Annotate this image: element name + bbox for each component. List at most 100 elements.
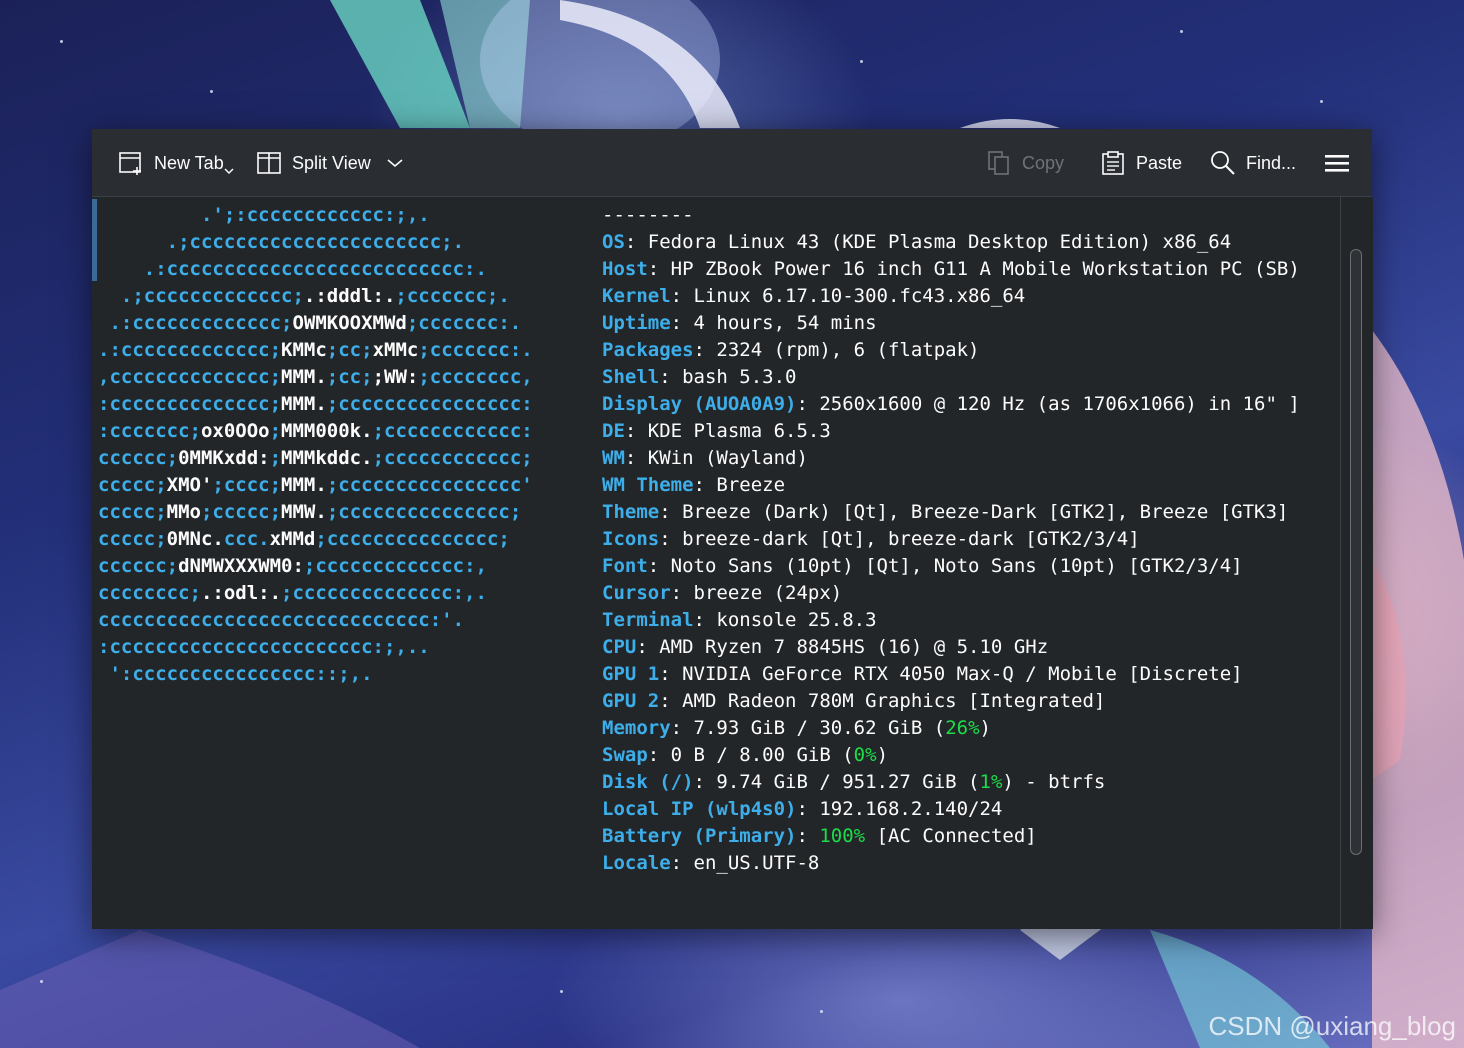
info-line-segment: : HP ZBook Power 16 inch G11 A Mobile Wo… (647, 258, 1300, 280)
terminal-area[interactable]: .';:cccccccccccc:;,. .;ccccccccccccccccc… (92, 197, 1340, 929)
info-line-segment: Host (602, 258, 648, 280)
logo-line-segment: ;ccccccc:. (418, 339, 533, 361)
info-line-segment: Icons (602, 528, 660, 550)
konsole-window: New Tab Split View Copy Paste Find... .'… (92, 129, 1373, 929)
info-line: CPU: AMD Ryzen 7 8845HS (16) @ 5.10 GHz (602, 634, 1300, 661)
info-line: Locale: en_US.UTF-8 (602, 850, 1300, 877)
logo-line: .';:cccccccccccc:;,. (98, 202, 533, 229)
paste-button[interactable]: Paste (1100, 143, 1182, 183)
info-line-segment: : KDE Plasma 6.5.3 (624, 420, 831, 442)
find-label: Find... (1246, 152, 1297, 173)
new-tab-button[interactable]: New Tab (118, 143, 234, 183)
info-line: Battery (Primary): 100% [AC Connected] (602, 823, 1300, 850)
info-line: DE: KDE Plasma 6.5.3 (602, 418, 1300, 445)
info-line-segment: : konsole 25.8.3 (693, 609, 877, 631)
info-line-segment: Disk (/) (602, 771, 694, 793)
star (1180, 30, 1183, 33)
info-line: Font: Noto Sans (10pt) [Qt], Noto Sans (… (602, 553, 1300, 580)
info-line: OS: Fedora Linux 43 (KDE Plasma Desktop … (602, 229, 1300, 256)
split-view-icon (256, 150, 282, 176)
copy-label: Copy (1022, 152, 1065, 173)
info-line-segment: : 192.168.2.140/24 (796, 798, 1003, 820)
info-line-segment: : 7.93 GiB / 30.62 GiB ( (670, 717, 946, 739)
split-view-button[interactable]: Split View (256, 143, 403, 183)
info-line: Shell: bash 5.3.0 (602, 364, 1300, 391)
logo-line: :cccccccccccccc;MMM.;cccccccccccccccc: (98, 391, 533, 418)
fastfetch-info: -------- OS: Fedora Linux 43 (KDE Plasma … (602, 202, 1300, 877)
logo-line-segment: ;cccccccccccccc:,. (281, 582, 487, 604)
fedora-ascii-logo: .';:cccccccccccc:;,. .;ccccccccccccccccc… (98, 202, 533, 688)
info-line: Swap: 0 B / 8.00 GiB (0%) (602, 742, 1300, 769)
star (820, 1010, 823, 1013)
logo-line-segment: ;ccccc; (200, 501, 282, 523)
logo-line: :ccccccc;ox0OOo;MMM000k.;cccccccccccc: (98, 418, 533, 445)
logo-line-segment: :cccccccccccccc; (98, 393, 282, 415)
info-line-segment: Swap (602, 744, 648, 766)
info-line-segment: Display (AUOA0A9) (602, 393, 797, 415)
logo-line-segment: ,cccccccccccccc; (98, 366, 282, 388)
logo-line-segment: 0MMKxdd: (178, 447, 270, 469)
info-line-segment: ) (979, 717, 991, 739)
star (860, 60, 863, 63)
logo-line: cccccccc;.:odl:.;cccccccccccccc:,. (98, 580, 533, 607)
info-line: WM: KWin (Wayland) (602, 445, 1300, 472)
info-line-segment: Font (602, 555, 648, 577)
logo-line: .:ccccccccccccc;KMMc;cc;xMMc;ccccccc:. (98, 337, 533, 364)
info-line-segment: : en_US.UTF-8 (670, 852, 820, 874)
info-line-segment: DE (602, 420, 625, 442)
logo-line-segment: ;ccccccc:. (406, 312, 522, 334)
focus-indicator (92, 199, 97, 281)
logo-line: ccccc;MMo;ccccc;MMW.;ccccccccccccccc; (98, 499, 533, 526)
search-icon (1210, 150, 1236, 176)
logo-line-segment: ;cccc; (212, 474, 282, 496)
info-line-segment: : Linux 6.17.10-300.fc43.x86_64 (670, 285, 1026, 307)
logo-line-segment: .';:cccccccccccc:;,. (98, 204, 430, 226)
star (40, 980, 43, 983)
info-line-segment: : bash 5.3.0 (659, 366, 797, 388)
terminal-scrollbar[interactable] (1340, 197, 1373, 929)
logo-line: ccccc;0MNc.ccc.xMMd;ccccccccccccccc; (98, 526, 533, 553)
star (560, 990, 563, 993)
info-line: Packages: 2324 (rpm), 6 (flatpak) (602, 337, 1300, 364)
new-tab-icon (118, 150, 144, 176)
info-line-segment: Battery (Primary) (602, 825, 797, 847)
info-line: GPU 2: AMD Radeon 780M Graphics [Integra… (602, 688, 1300, 715)
info-line-segment: GPU 2 (602, 690, 660, 712)
info-line: Memory: 7.93 GiB / 30.62 GiB (26%) (602, 715, 1300, 742)
scrollbar-thumb[interactable] (1350, 249, 1362, 855)
info-line-segment: Locale (602, 852, 671, 874)
logo-line-segment: ;cc; (326, 339, 373, 361)
info-line-segment: 100% (819, 825, 866, 847)
hamburger-menu-button[interactable] (1324, 143, 1350, 183)
logo-line-segment: cccccccc; (98, 582, 201, 604)
logo-line-segment: .:ccccccccccccc; (98, 339, 282, 361)
logo-line-segment: ; (269, 447, 282, 469)
paste-icon (1100, 150, 1126, 176)
info-line-segment: : Breeze (693, 474, 786, 496)
info-line: Disk (/): 9.74 GiB / 951.27 GiB (1%) - b… (602, 769, 1300, 796)
info-line-segment: : AMD Radeon 780M Graphics [Integrated] (659, 690, 1106, 712)
logo-line: cccccc;dNMWXXXWM0:;ccccccccccccc:, (98, 553, 533, 580)
info-line-segment: 26% (945, 717, 980, 739)
info-line: Cursor: breeze (24px) (602, 580, 1300, 607)
info-line-segment: Kernel (602, 285, 671, 307)
logo-line-segment: xMMc (372, 339, 419, 361)
logo-line-segment: KMMc (281, 339, 327, 361)
find-button[interactable]: Find... (1210, 143, 1296, 183)
info-line-segment: : 2560x1600 @ 120 Hz (as 1706x1066) in 1… (796, 393, 1300, 415)
new-tab-label: New Tab (154, 152, 224, 173)
copy-button[interactable]: Copy (986, 143, 1064, 183)
info-line-segment: 0% (853, 744, 877, 766)
info-line-segment: : NVIDIA GeForce RTX 4050 Max-Q / Mobile… (659, 663, 1243, 685)
logo-line-segment: ox0OOo (200, 420, 270, 442)
logo-line-segment: MMM. (281, 393, 327, 415)
watermark: CSDN @uxiang_blog (1208, 1011, 1456, 1041)
logo-line-segment: ccccc; (98, 528, 167, 550)
logo-line-segment: MMo (166, 501, 201, 523)
logo-line-segment: dNMWXXXWM0: (178, 555, 304, 577)
logo-line: .:ccccccccccccc;OWMKOOXMWd;ccccccc:. (98, 310, 533, 337)
info-line-segment: ) - btrfs (1002, 771, 1106, 793)
logo-line-segment: ;ccccccc;. (395, 285, 510, 307)
logo-line-segment: ;cccccccccccccccc: (326, 393, 533, 415)
info-line-segment: : 9.74 GiB / 951.27 GiB ( (693, 771, 980, 793)
